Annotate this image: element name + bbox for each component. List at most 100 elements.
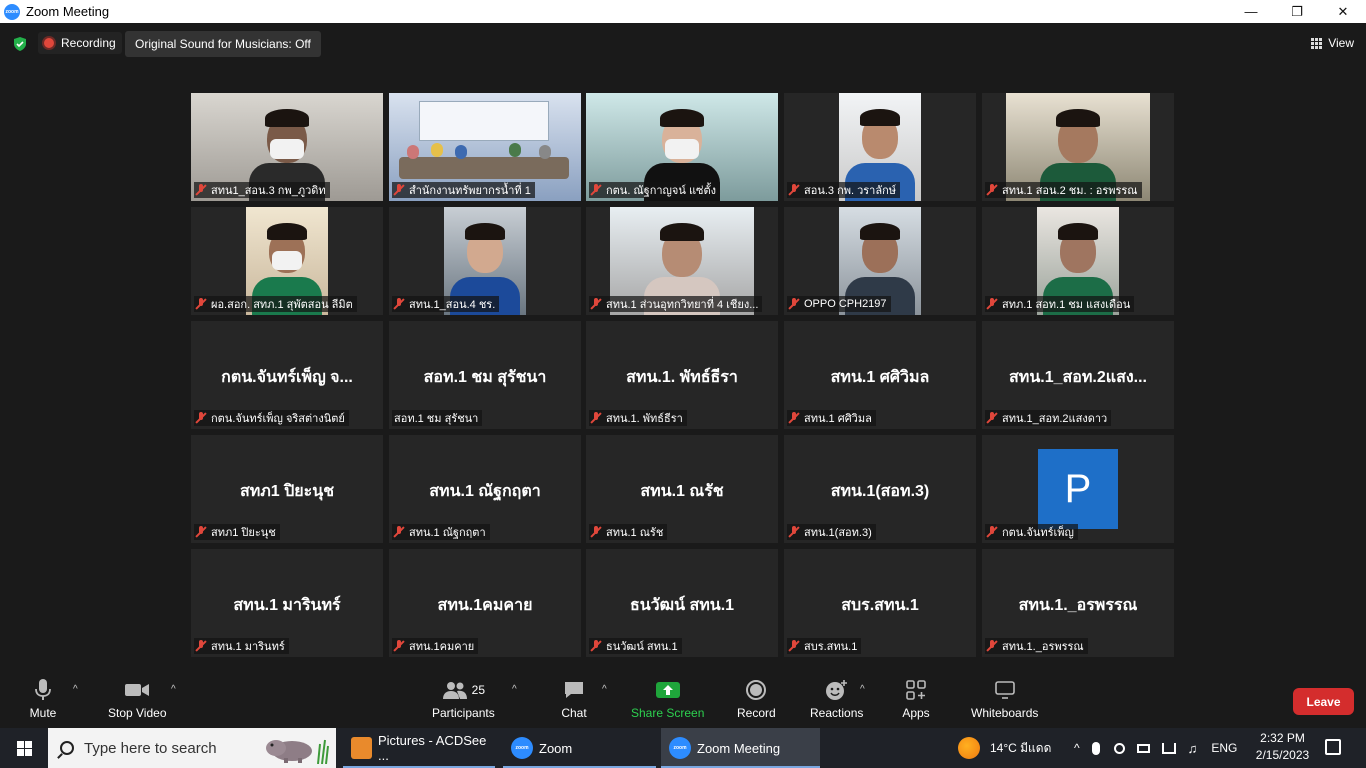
mic-tray-icon[interactable]	[1091, 741, 1100, 755]
whiteboards-button[interactable]: Whiteboards	[971, 676, 1038, 720]
volume-icon[interactable]: ♫	[1188, 741, 1198, 756]
recording-label: Recording	[61, 36, 116, 50]
participant-name-label: สทน.1_สอท.2แสงดาว	[985, 410, 1112, 426]
participant-name-text: ผอ.สอก. สทภ.1 สุพัตสอน ลีมิต	[211, 299, 353, 311]
system-tray: ^ ♫ ENG	[1074, 728, 1237, 768]
taskbar-search-box[interactable]: Type here to search	[48, 728, 336, 768]
participant-tile[interactable]: สทภ1 ปิยะนุช สทภ1 ปิยะนุช	[191, 435, 383, 543]
video-options-chevron-icon[interactable]: ^	[171, 684, 176, 695]
share-screen-label: Share Screen	[631, 706, 705, 720]
participant-name-label: สทน.1(สอท.3)	[787, 524, 876, 540]
close-button[interactable]: ✕	[1320, 0, 1366, 23]
record-icon	[741, 676, 771, 704]
participant-tile[interactable]: สทน.1 ส่วนอุทกวิทยาที่ 4 เชียง...	[586, 207, 778, 315]
participant-tile[interactable]: สทน.1 มารินทร์ สทน.1 มารินทร์	[191, 549, 383, 657]
participant-name-label: กตน. ณัฐกาญจน์ แซ่ตั้ง	[589, 182, 721, 198]
participant-tile[interactable]: สทน.1_สอน.4 ชร.	[389, 207, 581, 315]
participant-tile[interactable]: สทน.1 ณัฐกฤตา สทน.1 ณัฐกฤตา	[389, 435, 581, 543]
participants-icon: 25	[433, 676, 493, 704]
share-screen-button[interactable]: Share Screen	[631, 676, 704, 720]
maximize-button[interactable]: ❐	[1274, 0, 1320, 23]
show-hidden-icons-chevron-icon[interactable]: ^	[1074, 741, 1080, 755]
security-shield-icon[interactable]	[12, 36, 28, 52]
participant-name-text: สทน.1. พัทธ์ธีรา	[606, 413, 683, 425]
reactions-button[interactable]: Reactions	[810, 676, 863, 720]
participant-name-label: สทน.1 ณัฐกฤตา	[392, 524, 490, 540]
muted-mic-icon	[591, 184, 601, 196]
participant-display-name: กตน.จันทร์เพ็ญ จ...	[221, 369, 353, 386]
taskbar-app-acdsee[interactable]: Pictures - ACDSee ...	[343, 728, 495, 768]
participant-tile[interactable]: สอท.1 ชม สุรัชนา สอท.1 ชม สุรัชนา	[389, 321, 581, 429]
participant-name-text: สทน.1 ณัฐกฤตา	[409, 527, 486, 539]
start-button[interactable]	[0, 728, 48, 768]
participant-display-name: สทน.1(สอท.3)	[830, 483, 930, 500]
participant-tile[interactable]: สทน.1 สอน.2 ชม. : อรพรรณ	[982, 93, 1174, 201]
leave-button[interactable]: Leave	[1293, 688, 1354, 715]
participant-tile[interactable]: สทน.1คมคาย สทน.1คมคาย	[389, 549, 581, 657]
participant-tile[interactable]: ผอ.สอก. สทภ.1 สุพัตสอน ลีมิต	[191, 207, 383, 315]
participants-button[interactable]: 25 Participants	[432, 676, 495, 720]
taskbar-app-zoom-meeting[interactable]: zoom Zoom Meeting	[661, 728, 820, 768]
taskbar-clock[interactable]: 2:32 PM 2/15/2023	[1255, 730, 1310, 764]
participant-display-name: ธนวัฒน์ สทน.1	[629, 597, 735, 614]
participant-name-label: สทภ.1 สอท.1 ชม แสงเดือน	[985, 296, 1135, 312]
participant-tile[interactable]: สทน.1(สอท.3) สทน.1(สอท.3)	[784, 435, 976, 543]
reactions-options-chevron-icon[interactable]: ^	[860, 684, 865, 695]
participant-tile[interactable]: สอน.3 กพ. วราลักษ์	[784, 93, 976, 201]
participant-name-label: สทภ1 ปิยะนุช	[194, 524, 280, 540]
participant-display-name: สทน.1 ณัฐกฤตา	[429, 483, 541, 500]
participant-tile[interactable]: สทน1_สอน.3 กพ_ภูวดิท	[191, 93, 383, 201]
participant-tile[interactable]: กตน. ณัฐกาญจน์ แซ่ตั้ง	[586, 93, 778, 201]
muted-mic-icon	[789, 184, 799, 196]
video-camera-icon	[122, 676, 152, 704]
muted-mic-icon	[196, 526, 206, 538]
participant-tile[interactable]: สำนักงานทรัพยากรน้ำที่ 1	[389, 93, 581, 201]
minimize-button[interactable]: —	[1228, 0, 1274, 23]
zoom-meeting-app-icon: zoom	[669, 737, 691, 759]
original-sound-button[interactable]: Original Sound for Musicians: Off	[125, 31, 321, 57]
acdsee-icon	[351, 737, 372, 759]
participant-tile[interactable]: ธนวัฒน์ สทน.1 ธนวัฒน์ สทน.1	[586, 549, 778, 657]
participant-tile[interactable]: สทน.1 ศศิวิมล สทน.1 ศศิวิมล	[784, 321, 976, 429]
camera-tray-icon[interactable]	[1113, 742, 1125, 754]
muted-mic-icon	[987, 640, 997, 652]
muted-mic-icon	[196, 640, 206, 652]
audio-options-chevron-icon[interactable]: ^	[73, 684, 78, 695]
stop-video-button[interactable]: Stop Video	[108, 676, 167, 720]
participant-tile[interactable]: สทภ.1 สอท.1 ชม แสงเดือน	[982, 207, 1174, 315]
participant-tile[interactable]: กตน.จันทร์เพ็ญ จ... กตน.จันทร์เพ็ญ จริสต่…	[191, 321, 383, 429]
apps-button[interactable]: Apps	[901, 676, 931, 720]
participant-tile[interactable]: สทน.1._อรพรรณ สทน.1._อรพรรณ	[982, 549, 1174, 657]
chat-button[interactable]: Chat	[559, 676, 589, 720]
language-indicator[interactable]: ENG	[1211, 741, 1237, 755]
participant-tile[interactable]: สทน.1. พัทธ์ธีรา สทน.1. พัทธ์ธีรา	[586, 321, 778, 429]
participant-name-text: สทน1_สอน.3 กพ_ภูวดิท	[211, 185, 326, 197]
battery-icon[interactable]	[1136, 743, 1150, 753]
participants-options-chevron-icon[interactable]: ^	[512, 684, 517, 695]
notifications-icon[interactable]	[1325, 739, 1341, 755]
taskbar-app-zoom[interactable]: zoom Zoom	[503, 728, 656, 768]
mute-button[interactable]: Mute	[28, 676, 58, 720]
participant-name-label: สทน.1 ณรัช	[589, 524, 668, 540]
muted-mic-icon	[196, 298, 206, 310]
participant-display-name: สบร.สทน.1	[841, 597, 919, 614]
muted-mic-icon	[591, 640, 601, 652]
weather-widget[interactable]: 14°C มีแดด	[958, 728, 1051, 768]
muted-mic-icon	[789, 298, 799, 310]
network-icon[interactable]	[1161, 742, 1176, 754]
participant-tile[interactable]: สบร.สทน.1 สบร.สทน.1	[784, 549, 976, 657]
participant-tile[interactable]: OPPO CPH2197	[784, 207, 976, 315]
search-placeholder: Type here to search	[84, 739, 217, 757]
participant-tile[interactable]: สทน.1_สอท.2แสง... สทน.1_สอท.2แสงดาว	[982, 321, 1174, 429]
chat-options-chevron-icon[interactable]: ^	[602, 684, 607, 695]
participant-name-label: ธนวัฒน์ สทน.1	[589, 638, 682, 654]
record-button[interactable]: Record	[737, 676, 776, 720]
participant-tile[interactable]: P กตน.จันทร์เพ็ญ	[982, 435, 1174, 543]
participant-name-text: สบร.สทน.1	[804, 641, 858, 653]
participant-tile[interactable]: สทน.1 ณรัช สทน.1 ณรัช	[586, 435, 778, 543]
view-button[interactable]: View	[1311, 33, 1354, 53]
participant-name-text: OPPO CPH2197	[804, 298, 887, 310]
participant-name-text: สทน.1(สอท.3)	[804, 527, 872, 539]
recording-indicator[interactable]: Recording	[38, 32, 122, 54]
stop-video-label: Stop Video	[108, 706, 167, 720]
